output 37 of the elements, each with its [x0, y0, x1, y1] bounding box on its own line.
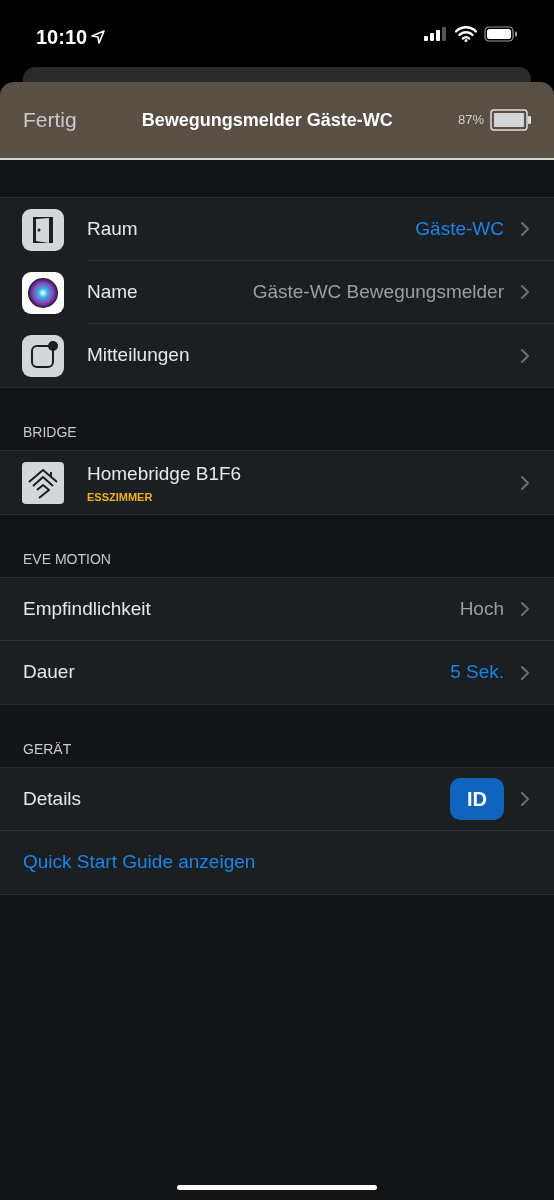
location-icon: [91, 30, 106, 44]
section-header: BRIDGE: [23, 423, 77, 442]
id-badge: ID: [450, 778, 504, 820]
row-label: Homebridge B1F6: [87, 462, 242, 486]
row-label: Raum: [87, 216, 138, 241]
row-label: Name: [87, 279, 138, 304]
row-value: 5 Sek.: [450, 660, 504, 685]
row-value: Gäste-WC Bewegungsmelder: [252, 279, 504, 304]
notification-icon: [22, 334, 64, 377]
chevron-icon: [520, 791, 530, 807]
row-label: Mitteilungen: [87, 343, 190, 368]
house-icon: [22, 461, 64, 504]
orb-icon: [22, 271, 64, 314]
row-label: Empfindlichkeit: [23, 596, 151, 621]
battery-icon: [490, 109, 532, 131]
row-label: Dauer: [23, 660, 75, 685]
room-tag: ESSZIMMER: [87, 488, 242, 505]
chevron-icon: [520, 284, 530, 300]
chevron-icon: [520, 221, 530, 237]
section-header: GERÄT: [23, 740, 72, 759]
chevron-icon: [520, 601, 530, 617]
signal-icon: [424, 27, 448, 41]
wifi-icon: [455, 26, 477, 42]
row-value: Gäste-WC: [415, 216, 504, 241]
window-title: Bewegungsmelder Gäste-WC: [141, 108, 393, 132]
row-value: Hoch: [459, 596, 504, 621]
done-button[interactable]: Fertig: [23, 104, 77, 136]
chevron-icon: [520, 474, 530, 491]
row-label: Details: [23, 786, 82, 811]
door-icon: [22, 208, 64, 251]
chevron-icon: [520, 347, 530, 364]
battery-reading: 87%: [457, 111, 484, 130]
section-header: EVE MOTION: [23, 550, 111, 569]
chevron-icon: [520, 664, 530, 681]
battery-icon: [484, 26, 518, 42]
guide-link[interactable]: Quick Start Guide anzeigen: [23, 848, 256, 877]
clock: 10:10: [36, 25, 88, 50]
